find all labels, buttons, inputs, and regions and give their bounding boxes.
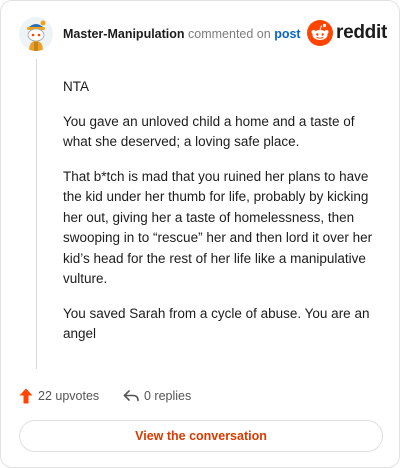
reddit-logo-icon <box>307 20 333 46</box>
reddit-wordmark: reddit <box>336 22 387 43</box>
comment-paragraph: That b*tch is mad that you ruined her pl… <box>63 168 373 287</box>
comment-paragraph: You gave an unloved child a home and a t… <box>63 113 355 150</box>
username-link[interactable]: Master-Manipulation <box>63 27 185 41</box>
comment-card: Master-Manipulation commented on post re… <box>0 0 400 468</box>
reddit-brand[interactable]: reddit <box>307 20 387 48</box>
comment-paragraph: You saved Sarah from a cycle of abuse. Y… <box>63 305 370 342</box>
upvote-arrow-icon <box>19 388 33 404</box>
upvote-button[interactable]: 22 upvotes <box>19 385 99 407</box>
comment-paragraph: NTA <box>63 79 89 94</box>
post-link[interactable]: post <box>274 27 300 41</box>
comment-actions: 22 upvotes 0 replies <box>19 385 379 407</box>
comment-body: NTA You gave an unloved child a home and… <box>63 77 383 359</box>
view-conversation-button[interactable]: View the conversation <box>19 420 383 452</box>
thread-line <box>36 59 37 369</box>
replies-button[interactable]: 0 replies <box>123 385 191 407</box>
upvote-count: 22 upvotes <box>38 389 100 403</box>
comment-meta: Master-Manipulation commented on post <box>63 26 301 42</box>
reply-arrow-icon <box>123 390 139 402</box>
reply-count: 0 replies <box>144 389 192 403</box>
snoo-avatar-icon[interactable] <box>19 17 53 51</box>
comment-header: Master-Manipulation commented on post re… <box>19 17 387 51</box>
commented-on-text: commented on <box>188 27 271 41</box>
